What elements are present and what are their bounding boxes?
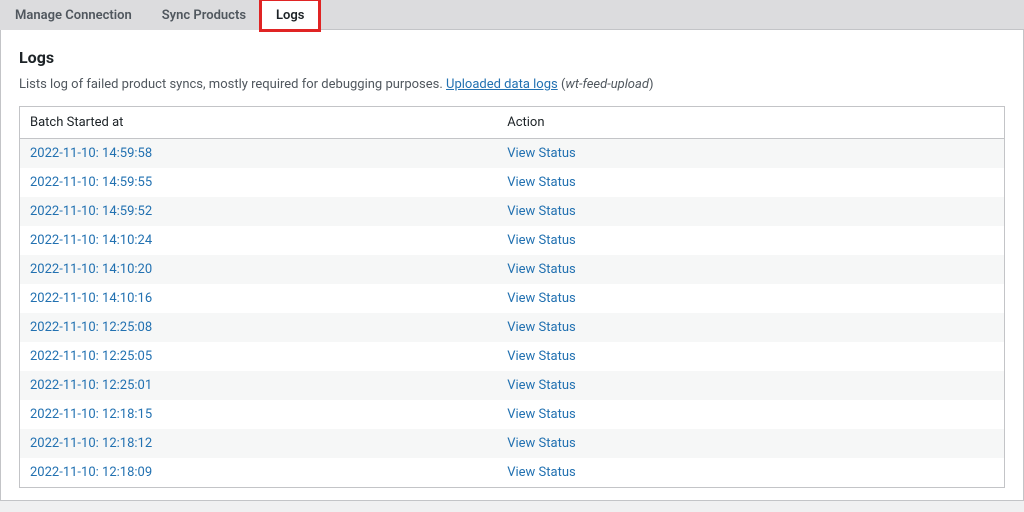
view-status-link[interactable]: View Status (507, 146, 576, 161)
view-status-link[interactable]: View Status (507, 465, 576, 480)
batch-timestamp-link[interactable]: 2022-11-10: 14:59:52 (30, 204, 152, 219)
tab-sync-products[interactable]: Sync Products (147, 0, 261, 30)
table-row: 2022-11-10: 14:59:52 View Status (20, 197, 1005, 226)
panel-title: Logs (19, 48, 1005, 67)
column-header-action: Action (497, 107, 1004, 139)
batch-timestamp-link[interactable]: 2022-11-10: 14:10:20 (30, 262, 152, 277)
logs-table: Batch Started at Action 2022-11-10: 14:5… (19, 106, 1005, 488)
batch-timestamp-link[interactable]: 2022-11-10: 12:18:12 (30, 436, 152, 451)
table-row: 2022-11-10: 14:10:20 View Status (20, 255, 1005, 284)
batch-timestamp-link[interactable]: 2022-11-10: 12:25:01 (30, 378, 152, 393)
panel-description-text: Lists log of failed product syncs, mostl… (19, 77, 446, 92)
view-status-link[interactable]: View Status (507, 436, 576, 451)
batch-timestamp-link[interactable]: 2022-11-10: 14:59:55 (30, 175, 152, 190)
table-row: 2022-11-10: 14:59:55 View Status (20, 168, 1005, 197)
view-status-link[interactable]: View Status (507, 262, 576, 277)
table-row: 2022-11-10: 14:59:58 View Status (20, 139, 1005, 169)
view-status-link[interactable]: View Status (507, 291, 576, 306)
upload-slug: wt-feed-upload (565, 77, 649, 92)
view-status-link[interactable]: View Status (507, 204, 576, 219)
batch-timestamp-link[interactable]: 2022-11-10: 12:18:15 (30, 407, 152, 422)
table-row: 2022-11-10: 12:18:12 View Status (20, 429, 1005, 458)
batch-timestamp-link[interactable]: 2022-11-10: 12:25:05 (30, 349, 152, 364)
view-status-link[interactable]: View Status (507, 320, 576, 335)
batch-timestamp-link[interactable]: 2022-11-10: 14:10:16 (30, 291, 152, 306)
batch-timestamp-link[interactable]: 2022-11-10: 14:10:24 (30, 233, 152, 248)
page: Manage ConnectionSync ProductsLogs Logs … (0, 0, 1024, 501)
uploaded-data-logs-link[interactable]: Uploaded data logs (446, 77, 558, 92)
table-row: 2022-11-10: 12:25:01 View Status (20, 371, 1005, 400)
column-header-batch: Batch Started at (20, 107, 498, 139)
table-header-row: Batch Started at Action (20, 107, 1005, 139)
view-status-link[interactable]: View Status (507, 175, 576, 190)
view-status-link[interactable]: View Status (507, 349, 576, 364)
tabs-bar: Manage ConnectionSync ProductsLogs (0, 0, 1024, 30)
batch-timestamp-link[interactable]: 2022-11-10: 12:18:09 (30, 465, 152, 480)
batch-timestamp-link[interactable]: 2022-11-10: 14:59:58 (30, 146, 152, 161)
view-status-link[interactable]: View Status (507, 378, 576, 393)
table-row: 2022-11-10: 14:10:16 View Status (20, 284, 1005, 313)
panel-description: Lists log of failed product syncs, mostl… (19, 77, 1005, 92)
tab-logs[interactable]: Logs (261, 0, 319, 30)
paren-close: ) (649, 77, 654, 92)
tab-manage-connection[interactable]: Manage Connection (0, 0, 147, 30)
table-row: 2022-11-10: 12:18:09 View Status (20, 458, 1005, 488)
table-row: 2022-11-10: 14:10:24 View Status (20, 226, 1005, 255)
view-status-link[interactable]: View Status (507, 407, 576, 422)
table-row: 2022-11-10: 12:18:15 View Status (20, 400, 1005, 429)
table-row: 2022-11-10: 12:25:05 View Status (20, 342, 1005, 371)
table-row: 2022-11-10: 12:25:08 View Status (20, 313, 1005, 342)
batch-timestamp-link[interactable]: 2022-11-10: 12:25:08 (30, 320, 152, 335)
logs-panel: Logs Lists log of failed product syncs, … (0, 30, 1024, 501)
view-status-link[interactable]: View Status (507, 233, 576, 248)
